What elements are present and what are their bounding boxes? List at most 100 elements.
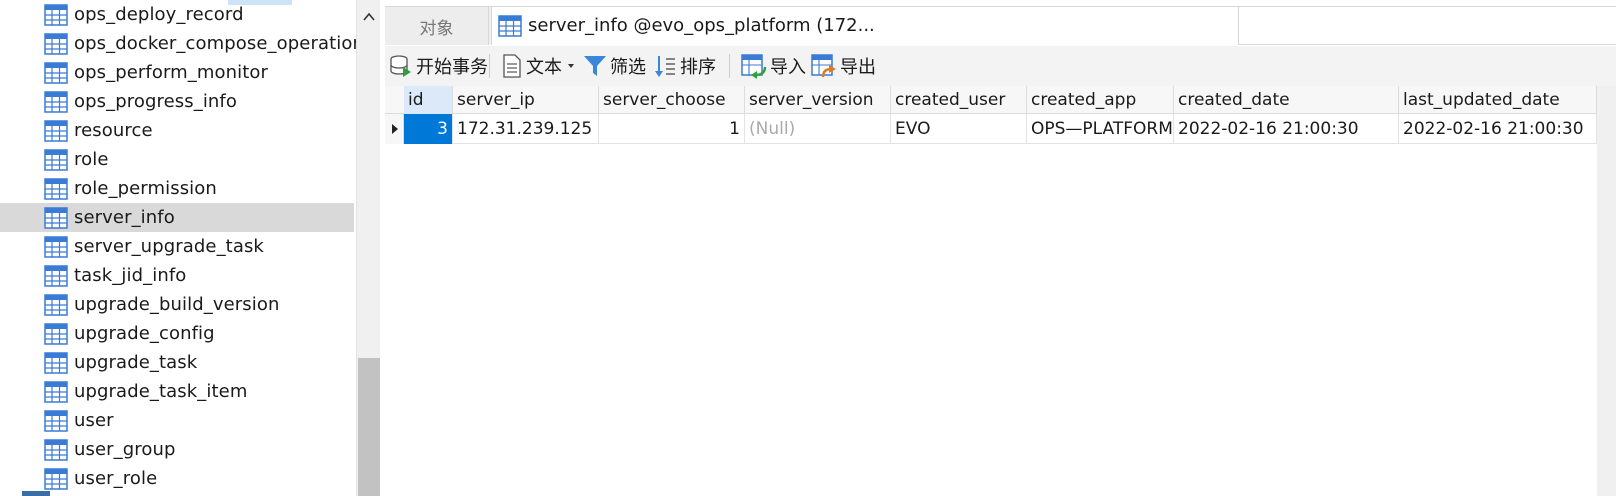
column-header-server-ip[interactable]: server_ip [453, 86, 599, 114]
cell-created-app[interactable]: OPS—PLATFORM [1027, 114, 1174, 144]
tree-item-user-group[interactable]: user_group [0, 435, 354, 464]
tree-item-label: upgrade_build_version [74, 294, 280, 315]
column-header-last-updated-date[interactable]: last_updated_date [1399, 86, 1597, 114]
tree-item-label: user_group [74, 439, 176, 460]
table-icon [44, 264, 68, 287]
tree-item-label: ops_deploy_record [74, 4, 244, 25]
column-header-created-user[interactable]: created_user [891, 86, 1027, 114]
cell-created-date[interactable]: 2022-02-16 21:00:30 [1174, 114, 1399, 144]
tree-item-resource[interactable]: resource [0, 116, 354, 145]
tree-item-role[interactable]: role [0, 145, 354, 174]
tree-item-upgrade-task-item[interactable]: upgrade_task_item [0, 377, 354, 406]
table-tree-panel: ops_deploy_record ops_docker_compose_ope… [0, 0, 356, 496]
cell-server-ip[interactable]: 172.31.239.125 [453, 114, 599, 144]
data-grid: id server_ip server_choose server_version cr… [385, 86, 1597, 496]
table-icon [44, 148, 68, 171]
table-icon [498, 15, 522, 37]
table-icon [44, 177, 68, 200]
export-button[interactable]: 导出 [811, 51, 876, 81]
cell-server-version[interactable]: (Null) [745, 114, 891, 144]
tab-bar-empty [1239, 7, 1616, 45]
table-icon [44, 90, 68, 113]
table-row[interactable]: 3 172.31.239.125 1 (Null) EVO OPS—PLATFORM 202… [385, 114, 1597, 144]
tree-item-upgrade-task[interactable]: upgrade_task [0, 348, 354, 377]
text-view-button[interactable]: 文本 [501, 51, 579, 81]
sort-label: 排序 [680, 57, 716, 78]
table-icon [44, 322, 68, 345]
tree-item-label: user_role [74, 468, 158, 489]
tree-item-upgrade-config[interactable]: upgrade_config [0, 319, 354, 348]
table-icon [44, 32, 68, 55]
grid-header-row: id server_ip server_choose server_version cr… [385, 86, 1597, 114]
cell-server-choose[interactable]: 1 [599, 114, 745, 144]
cell-last-updated-date[interactable]: 2022-02-16 21:00:30 [1399, 114, 1597, 144]
tree-item-ops-perform-monitor[interactable]: ops_perform_monitor [0, 58, 354, 87]
tab-objects[interactable]: 对象 [385, 7, 489, 45]
table-icon [44, 293, 68, 316]
tree-scroll-thumb[interactable] [358, 358, 380, 496]
export-icon [811, 54, 836, 78]
filter-label: 筛选 [610, 57, 646, 78]
table-view-panel: 对象 server_info @evo_ops_platform (172... [385, 0, 1616, 496]
filter-funnel-icon [584, 56, 606, 76]
tree-item-label: ops_progress_info [74, 91, 237, 112]
scroll-up-icon[interactable] [361, 10, 377, 24]
tree-bottom-marker [22, 491, 50, 496]
tree-item-label: ops_perform_monitor [74, 62, 269, 83]
tab-server-info[interactable]: server_info @evo_ops_platform (172... [491, 7, 1239, 45]
text-view-label: 文本 [526, 57, 562, 78]
tree-item-role-permission[interactable]: role_permission [0, 174, 354, 203]
tree-item-ops-docker-compose-operation-[interactable]: ops_docker_compose_operation_ [0, 29, 356, 58]
tree-item-label: role_permission [74, 178, 217, 199]
tab-server-info-label: server_info @evo_ops_platform (172... [528, 15, 875, 36]
table-icon [44, 61, 68, 84]
tab-objects-label: 对象 [419, 18, 454, 39]
table-icon [44, 206, 68, 229]
cell-created-user[interactable]: EVO [891, 114, 1027, 144]
import-button[interactable]: 导入 [741, 51, 806, 81]
tree-item-server-upgrade-task[interactable]: server_upgrade_task [0, 232, 354, 261]
table-icon [44, 409, 68, 432]
tab-bar: 对象 server_info @evo_ops_platform (172... [385, 6, 1616, 45]
filter-button[interactable]: 筛选 [583, 51, 646, 81]
table-icon [44, 380, 68, 403]
tree-item-label: resource [74, 120, 153, 141]
column-header-created-app[interactable]: created_app [1027, 86, 1174, 114]
tree-scrollbar[interactable] [356, 0, 380, 496]
toolbar-separator [729, 54, 730, 78]
table-icon [44, 235, 68, 258]
begin-transaction-button[interactable]: 开始事务 [389, 51, 488, 81]
current-row-arrow-icon [392, 124, 398, 134]
tree-item-server-info[interactable]: server_info [0, 203, 354, 232]
tree-item-task-jid-info[interactable]: task_jid_info [0, 261, 354, 290]
tree-item-ops-progress-info[interactable]: ops_progress_info [0, 87, 354, 116]
cell-id[interactable]: 3 [404, 114, 453, 144]
sort-icon [655, 56, 675, 77]
tree-item-label: upgrade_config [74, 323, 215, 344]
tree-item-label: user [74, 410, 114, 431]
database-transaction-icon [390, 55, 411, 77]
grid-scrollbar[interactable] [1597, 86, 1616, 496]
column-header-created-date[interactable]: created_date [1174, 86, 1399, 114]
document-icon [503, 54, 521, 78]
begin-transaction-label: 开始事务 [416, 57, 488, 78]
column-header-server-version[interactable]: server_version [745, 86, 891, 114]
dropdown-arrow-icon[interactable] [566, 61, 576, 71]
table-icon [44, 438, 68, 461]
tree-item-label: upgrade_task [74, 352, 198, 373]
tree-item-upgrade-build-version[interactable]: upgrade_build_version [0, 290, 354, 319]
row-indicator[interactable] [385, 114, 404, 144]
table-icon [44, 351, 68, 374]
table-icon [44, 119, 68, 142]
tree-item-label: upgrade_task_item [74, 381, 248, 402]
tree-item-label: role [74, 149, 109, 170]
column-header-server-choose[interactable]: server_choose [599, 86, 745, 114]
sort-button[interactable]: 排序 [653, 51, 716, 81]
table-icon [44, 3, 68, 26]
tree-item-ops-deploy-record[interactable]: ops_deploy_record [0, 0, 354, 29]
column-header-id[interactable]: id [404, 86, 453, 114]
tree-item-user-role[interactable]: user_role [0, 464, 354, 493]
import-icon [741, 54, 767, 79]
tree-item-user[interactable]: user [0, 406, 354, 435]
table-icon [44, 467, 68, 490]
